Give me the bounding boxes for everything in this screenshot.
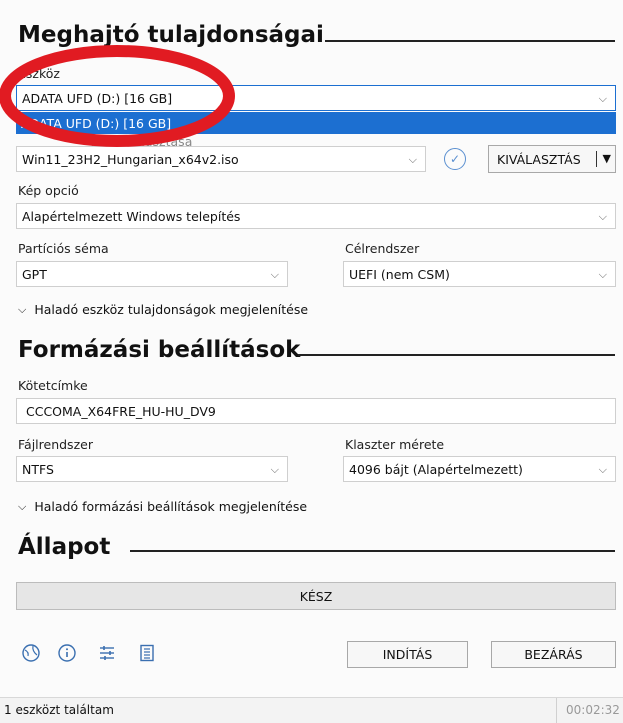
- chevron-down-icon: ⌵: [18, 302, 27, 316]
- chevron-down-icon: ⌵: [408, 153, 417, 166]
- section-divider: [298, 354, 615, 356]
- image-option-label: Kép opció: [18, 183, 79, 198]
- device-select-value: ADATA UFD (D:) [16 GB]: [22, 90, 173, 106]
- close-button[interactable]: BEZÁRÁS: [491, 641, 616, 668]
- status-bar: 1 eszközt találtam 00:02:32: [0, 697, 623, 723]
- boot-image-select[interactable]: Win11_23H2_Hungarian_x64v2.iso ⌵: [16, 146, 426, 172]
- chevron-down-icon: ⌵: [598, 268, 607, 281]
- settings-sliders-icon[interactable]: [96, 642, 118, 664]
- cluster-size-select[interactable]: 4096 bájt (Alapértelmezett) ⌵: [343, 456, 616, 482]
- section-divider: [130, 550, 615, 552]
- advanced-device-toggle[interactable]: ⌵ Haladó eszköz tulajdonságok megjelenít…: [18, 302, 308, 317]
- info-icon[interactable]: [56, 642, 78, 664]
- chevron-down-icon: ⌵: [18, 499, 27, 513]
- chevron-down-icon: ⌵: [598, 210, 607, 223]
- section-divider: [325, 40, 615, 42]
- progress-text: KÉSZ: [299, 588, 333, 604]
- progress-bar: KÉSZ: [16, 582, 616, 610]
- device-label: Eszköz: [18, 66, 60, 81]
- filesystem-label: Fájlrendszer: [18, 437, 93, 452]
- volume-label-label: Kötetcímke: [18, 378, 88, 393]
- partition-label: Partíciós séma: [18, 241, 109, 256]
- volume-label-input[interactable]: CCCOMA_X64FRE_HU-HU_DV9: [16, 398, 616, 424]
- target-select[interactable]: UEFI (nem CSM) ⌵: [343, 261, 616, 287]
- globe-icon[interactable]: [20, 642, 42, 664]
- format-options-title: Formázási beállítások: [18, 337, 301, 363]
- target-label: Célrendszer: [345, 241, 420, 256]
- select-image-button[interactable]: KIVÁLASZTÁS ▼: [488, 145, 616, 173]
- status-message: 1 eszközt találtam: [4, 703, 114, 717]
- chevron-down-icon: ⌵: [598, 92, 607, 105]
- log-icon[interactable]: [136, 642, 158, 664]
- cluster-size-label: Klaszter mérete: [345, 437, 445, 452]
- chevron-down-icon: ⌵: [598, 463, 607, 476]
- check-icon[interactable]: ✓: [444, 148, 466, 170]
- chevron-down-icon[interactable]: ▼: [603, 152, 611, 165]
- filesystem-select[interactable]: NTFS ⌵: [16, 456, 288, 482]
- device-properties-title: Meghajtó tulajdonságai: [18, 22, 324, 48]
- device-select[interactable]: ADATA UFD (D:) [16 GB] ⌵: [16, 85, 616, 111]
- chevron-down-icon: ⌵: [270, 268, 279, 281]
- status-title: Állapot: [18, 534, 111, 560]
- chevron-down-icon: ⌵: [270, 463, 279, 476]
- partition-select[interactable]: GPT ⌵: [16, 261, 288, 287]
- advanced-format-toggle[interactable]: ⌵ Haladó formázási beállítások megjelení…: [18, 499, 307, 514]
- image-option-select[interactable]: Alapértelmezett Windows telepítés ⌵: [16, 203, 616, 229]
- elapsed-timer: 00:02:32: [566, 703, 620, 717]
- start-button[interactable]: INDÍTÁS: [347, 641, 468, 668]
- device-dropdown-option[interactable]: ADATA UFD (D:) [16 GB]: [16, 112, 616, 134]
